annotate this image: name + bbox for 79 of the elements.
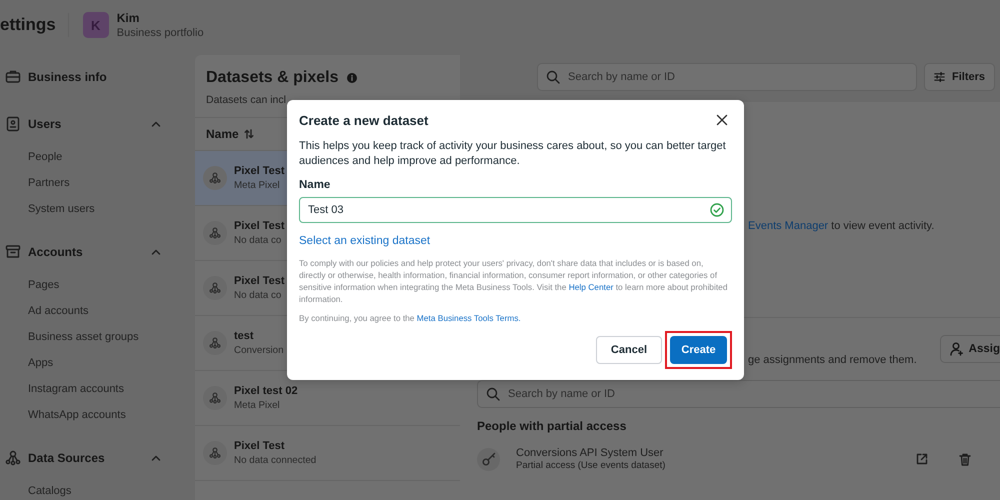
- network-icon: [5, 450, 21, 466]
- account-name: Kim: [116, 10, 140, 26]
- dataset-name: test: [234, 328, 255, 344]
- network-icon: [209, 171, 221, 185]
- search-icon: [546, 70, 560, 84]
- sidebar-section[interactable]: Users: [0, 111, 195, 137]
- network-icon: [209, 446, 221, 460]
- network-icon: [209, 391, 221, 405]
- dataset-detail: Meta Pixel: [234, 178, 281, 192]
- panel-subtitle: Datasets can incl: [206, 93, 286, 107]
- close-icon: [716, 114, 728, 126]
- events-manager-link[interactable]: Events Manager: [748, 220, 828, 232]
- search-field[interactable]: Search by name or ID: [537, 63, 917, 91]
- external-link-icon: [916, 453, 928, 465]
- user-access: Partial access (Use events dataset): [516, 460, 666, 472]
- open-external-button[interactable]: [914, 451, 930, 467]
- select-dataset-link[interactable]: Select an existing dataset: [299, 234, 430, 248]
- dialog-description: This helps you keep track of activity your business cares about, so you can better target audiences and help improve ad performance.: [299, 139, 727, 169]
- check-circle-icon: [710, 203, 724, 217]
- cancel-button[interactable]: Cancel: [596, 336, 662, 364]
- search-field[interactable]: Search by name or ID: [477, 380, 1000, 408]
- trash-icon: [959, 452, 971, 466]
- terms-link[interactable]: Meta Business Tools Terms.: [416, 313, 521, 323]
- chevron-up-icon: [151, 249, 161, 255]
- chevron-up-icon: [151, 121, 161, 127]
- network-icon: [209, 336, 221, 350]
- dataset-detail: No data connected: [234, 454, 316, 468]
- dataset-name: Pixel test 02: [234, 384, 298, 398]
- name-field[interactable]: Test 03: [299, 197, 732, 223]
- sidebar-section[interactable]: Business info: [0, 64, 195, 90]
- dataset-detail: No data co: [234, 234, 282, 248]
- briefcase-icon: [5, 69, 21, 85]
- events-note: Events Manager to view event activity.: [748, 219, 936, 233]
- user-name: Conversions API System User: [516, 446, 664, 460]
- help-center-link[interactable]: Help Center: [568, 282, 614, 292]
- page-title: ettings: [0, 15, 56, 35]
- filters-button[interactable]: Filters: [924, 63, 995, 91]
- sidebar-item[interactable]: People: [0, 144, 62, 170]
- dataset-name: Pixel Test: [234, 274, 285, 288]
- network-icon: [209, 226, 221, 240]
- panel-title: Datasets & pixels: [206, 69, 339, 87]
- sliders-icon: [934, 71, 945, 83]
- network-icon: [209, 281, 221, 295]
- dataset-detail: Conversion: [234, 344, 284, 358]
- person-plus-icon: [950, 342, 963, 356]
- sort-icon: [244, 129, 254, 139]
- sidebar-item[interactable]: WhatsApp accounts: [0, 402, 126, 428]
- policy-note: To comply with our policies and help protect your users' privacy, don't share data that includes or is based on, directly or otherwise, health information, financial information, consumer report information, or other categories of sensitive information when integrating the Meta Business Tools. Visit the Help Center to learn more about prohibited information.: [299, 257, 728, 305]
- sidebar-section[interactable]: Data Sources: [0, 445, 195, 471]
- assignments-note: ge assignments and remove them.: [748, 353, 917, 367]
- field-label: Name: [299, 178, 330, 192]
- sidebar-item[interactable]: Partners: [0, 170, 70, 196]
- dialog-title: Create a new dataset: [299, 112, 428, 128]
- dataset-detail: Meta Pixel: [234, 398, 281, 412]
- sidebar-item[interactable]: System users: [0, 196, 95, 222]
- section-title: People with partial access: [477, 419, 626, 433]
- archive-box-icon: [5, 244, 21, 260]
- dataset-name: Pixel Test: [234, 164, 285, 178]
- sidebar-item[interactable]: Pages: [0, 272, 60, 298]
- search-icon: [486, 387, 500, 401]
- terms-note: By continuing, you agree to the Meta Business Tools Terms.: [299, 312, 522, 324]
- key-icon: [482, 452, 496, 466]
- info-icon: [346, 73, 357, 83]
- sort-column-header[interactable]: Name: [206, 127, 254, 141]
- create-button[interactable]: Create: [670, 336, 727, 364]
- sidebar-item[interactable]: Instagram accounts: [0, 376, 124, 402]
- sidebar-item[interactable]: Apps: [0, 350, 54, 376]
- sidebar-item[interactable]: Ad accounts: [0, 298, 89, 324]
- chevron-up-icon: [151, 455, 161, 461]
- dataset-name: Pixel Test: [234, 218, 285, 234]
- assign-button[interactable]: Assig: [940, 335, 1000, 363]
- dataset-row[interactable]: Pixel Test No data connected: [195, 426, 460, 481]
- dataset-name: Pixel Test: [234, 438, 286, 454]
- sidebar-section[interactable]: Accounts: [0, 239, 195, 265]
- id-badge-icon: [5, 116, 21, 132]
- account-type: Business portfolio: [116, 26, 204, 40]
- dataset-detail: No data co: [234, 288, 282, 302]
- sidebar-item[interactable]: Business asset groups: [0, 324, 139, 350]
- sidebar-item[interactable]: Catalogs: [0, 478, 72, 500]
